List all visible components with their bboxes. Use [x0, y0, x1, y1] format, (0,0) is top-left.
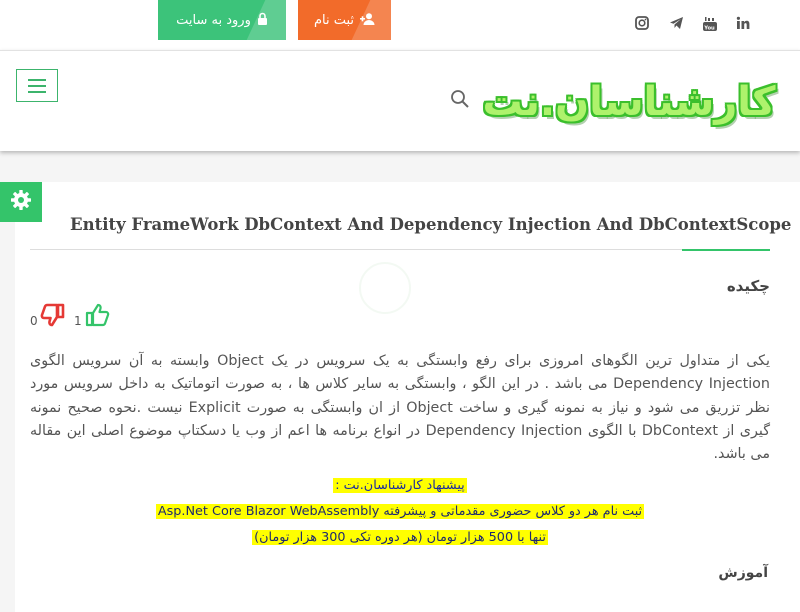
thumbs-down-icon[interactable]	[39, 302, 67, 328]
hamburger-menu-button[interactable]	[16, 69, 58, 102]
promo-line-1: پیشنهاد کارشناسان.نت :	[0, 476, 800, 495]
login-label: ورود به سایت	[176, 12, 251, 28]
education-heading: آموزش	[718, 565, 768, 581]
search-icon[interactable]	[450, 89, 470, 109]
site-logo[interactable]: کارشناسان.نت	[478, 75, 780, 129]
abstract-body: یکی از متداول ترین الگوهای امروزی برای ر…	[30, 353, 770, 463]
site-header: کارشناسان.نت	[0, 50, 800, 151]
settings-button[interactable]	[0, 182, 42, 222]
promo-line-3: تنها با 500 هزار تومان (هر دوره تکی 300 …	[0, 528, 800, 547]
article-title: Entity FrameWork DbContext And Dependenc…	[70, 215, 792, 234]
login-button[interactable]: ورود به سایت	[158, 0, 286, 40]
watermark-logo	[359, 262, 411, 314]
instagram-icon[interactable]	[633, 16, 651, 34]
promo-line-2: ثبت نام هر دو کلاس حضوری مقدماتی و پیشرف…	[0, 502, 800, 521]
promo-line-2-text: ثبت نام هر دو کلاس حضوری مقدماتی و پیشرف…	[155, 504, 645, 519]
top-bar: ورود به سایت ثبت نام You	[0, 0, 800, 50]
youtube-icon[interactable]: You	[701, 16, 719, 34]
logo-text: کارشناسان.نت	[482, 79, 776, 125]
abstract-heading: چکیده	[726, 277, 770, 295]
thumbs-up-icon[interactable]	[84, 302, 110, 328]
register-label: ثبت نام	[313, 12, 355, 28]
telegram-icon[interactable]	[667, 16, 685, 34]
svg-text:You: You	[703, 25, 715, 31]
dislike-count: 0	[30, 314, 38, 328]
promo-line-1-text: پیشنهاد کارشناسان.نت :	[333, 478, 467, 493]
title-divider	[30, 249, 770, 250]
title-accent-bar	[682, 249, 770, 251]
gear-icon	[10, 189, 32, 215]
register-button[interactable]: ثبت نام	[298, 0, 391, 40]
linkedin-icon[interactable]	[734, 16, 752, 34]
like-count: 1	[74, 314, 82, 328]
promo-line-3-text: تنها با 500 هزار تومان (هر دوره تکی 300 …	[252, 530, 548, 545]
